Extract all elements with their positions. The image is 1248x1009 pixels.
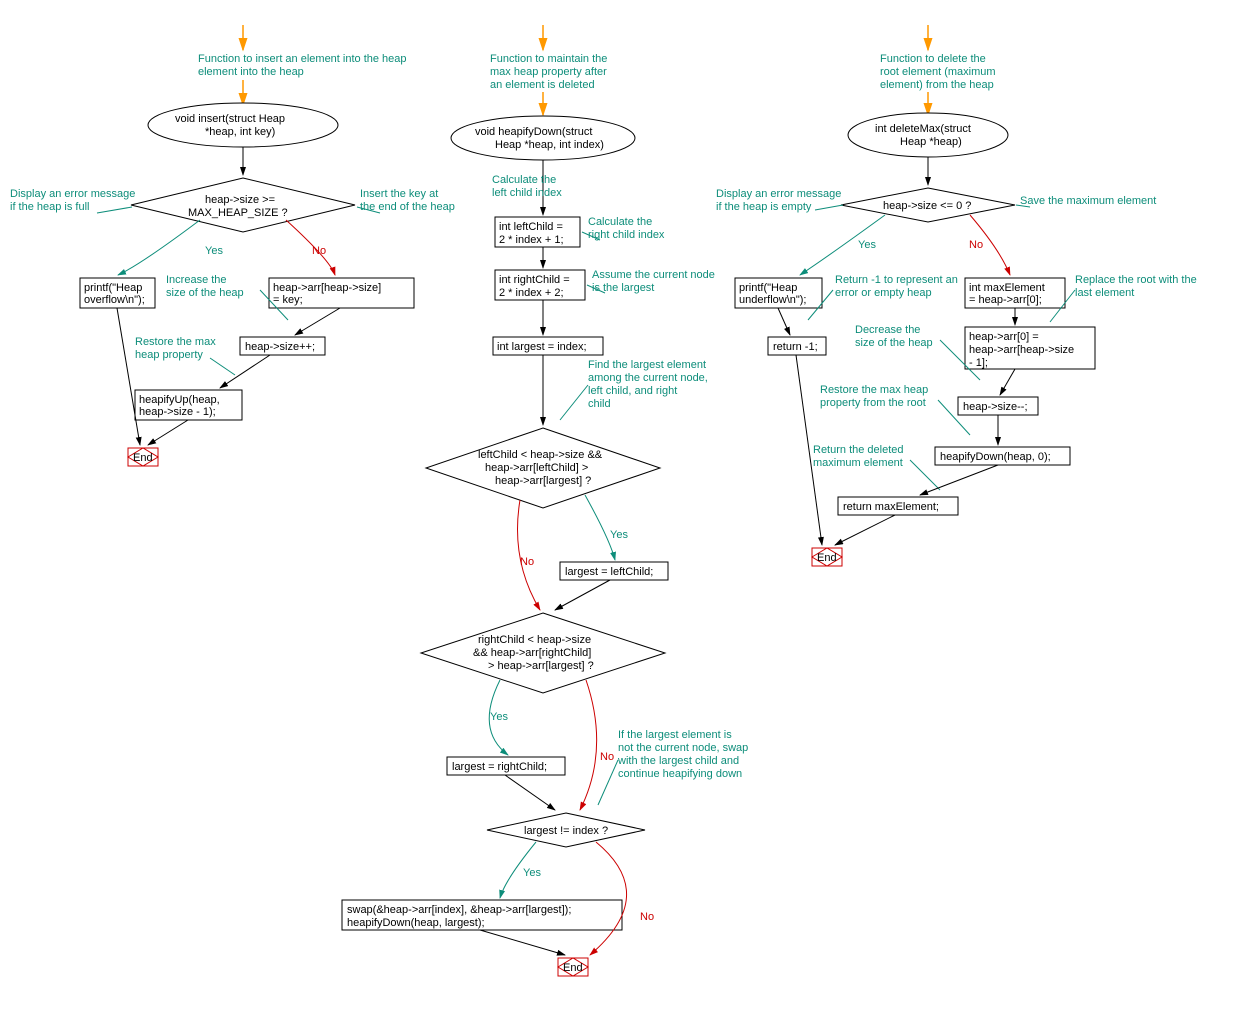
text-dm-underflow: printf("Heap underflow\n"); xyxy=(739,282,807,306)
svg-text:Yes: Yes xyxy=(610,529,628,541)
text-dm-maxel: int maxElement = heap->arr[0]; xyxy=(969,282,1048,306)
svg-text:End: End xyxy=(563,962,583,974)
svg-text:heap->size--;: heap->size--; xyxy=(963,401,1028,413)
label-insert-yes: Yes xyxy=(205,245,223,257)
label-insert-no: No xyxy=(312,245,326,257)
svg-text:largest = rightChild;: largest = rightChild; xyxy=(452,761,547,773)
anno-dm-restore: Restore the max heap property from the r… xyxy=(820,384,931,409)
text-insert-inc: heap->size++; xyxy=(245,341,315,353)
node-dm-start xyxy=(848,113,1008,157)
svg-text:No: No xyxy=(969,239,983,251)
node-insert-start xyxy=(148,103,338,147)
flow-deletemax: Function to delete the root element (max… xyxy=(716,25,1200,566)
text-hd-left: int leftChild = 2 * index + 1; xyxy=(499,221,566,246)
svg-text:No: No xyxy=(600,751,614,763)
node-hd-start xyxy=(451,116,635,160)
anno-dm-retdel: Return the deleted maximum element xyxy=(813,444,907,469)
anno-insert-incsize: Increase the size of the heap xyxy=(166,274,244,299)
flow-heapifydown: Function to maintain the max heap proper… xyxy=(342,25,751,976)
anno-dm-replace: Replace the root with the last element xyxy=(1075,274,1200,299)
text-insert-heapify: heapifyUp(heap, heap->size - 1); xyxy=(139,394,223,418)
svg-text:return maxElement;: return maxElement; xyxy=(843,501,939,513)
anno-insert-restore: Restore the max heap property xyxy=(135,336,219,361)
flow-insert: Function to insert an element into the h… xyxy=(10,25,455,466)
svg-text:heap->size <= 0 ?: heap->size <= 0 ? xyxy=(883,200,971,212)
text-insert-overflow: printf("Heap overflow\n"); xyxy=(84,282,145,306)
svg-text:heapifyDown(heap, 0);: heapifyDown(heap, 0); xyxy=(940,451,1051,463)
svg-text:End: End xyxy=(133,452,153,464)
anno-dm-title: Function to delete the root element (max… xyxy=(880,53,999,91)
anno-insert-endkey: Insert the key at the end of the heap xyxy=(360,188,455,213)
text-hd-cond2: rightChild < heap->size && heap->arr[rig… xyxy=(473,634,594,672)
svg-text:return -1;: return -1; xyxy=(773,341,818,353)
anno-hd-right: Calculate the right child index xyxy=(588,216,665,241)
text-hd-right: int rightChild = 2 * index + 2; xyxy=(499,274,573,299)
svg-text:largest != index ?: largest != index ? xyxy=(524,825,608,837)
svg-text:Yes: Yes xyxy=(523,867,541,879)
svg-text:Yes: Yes xyxy=(490,711,508,723)
anno-dm-retneg: Return -1 to represent an error or empty… xyxy=(835,274,961,299)
anno-hd-title: Function to maintain the max heap proper… xyxy=(490,53,610,91)
svg-text:No: No xyxy=(520,556,534,568)
node-insert-end: End xyxy=(128,448,158,466)
anno-dm-empty: Display an error message if the heap is … xyxy=(716,188,844,213)
svg-text:End: End xyxy=(817,552,837,564)
anno-insert-title: Function to insert an element into the h… xyxy=(198,53,410,78)
text-hd-largest: int largest = index; xyxy=(497,341,587,353)
node-hd-end: End xyxy=(558,958,588,976)
anno-hd-swapnote: If the largest element is not the curren… xyxy=(617,729,751,780)
anno-dm-save: Save the maximum element xyxy=(1020,195,1156,207)
svg-text:largest = leftChild;: largest = leftChild; xyxy=(565,566,653,578)
anno-hd-findlargest: Find the largest element among the curre… xyxy=(588,359,711,410)
flowchart-diagram: Function to insert an element into the h… xyxy=(0,0,1248,1009)
svg-text:Yes: Yes xyxy=(858,239,876,251)
anno-hd-assume: Assume the current node is the largest xyxy=(592,269,718,294)
anno-hd-left: Calculate the left child index xyxy=(492,174,562,199)
svg-text:No: No xyxy=(640,911,654,923)
text-hd-start: void heapifyDown(struct Heap *heap, int … xyxy=(475,126,604,151)
node-dm-end: End xyxy=(812,548,842,566)
anno-dm-dec: Decrease the size of the heap xyxy=(855,324,933,349)
text-hd-cond1: leftChild < heap->size && heap->arr[left… xyxy=(478,449,605,487)
